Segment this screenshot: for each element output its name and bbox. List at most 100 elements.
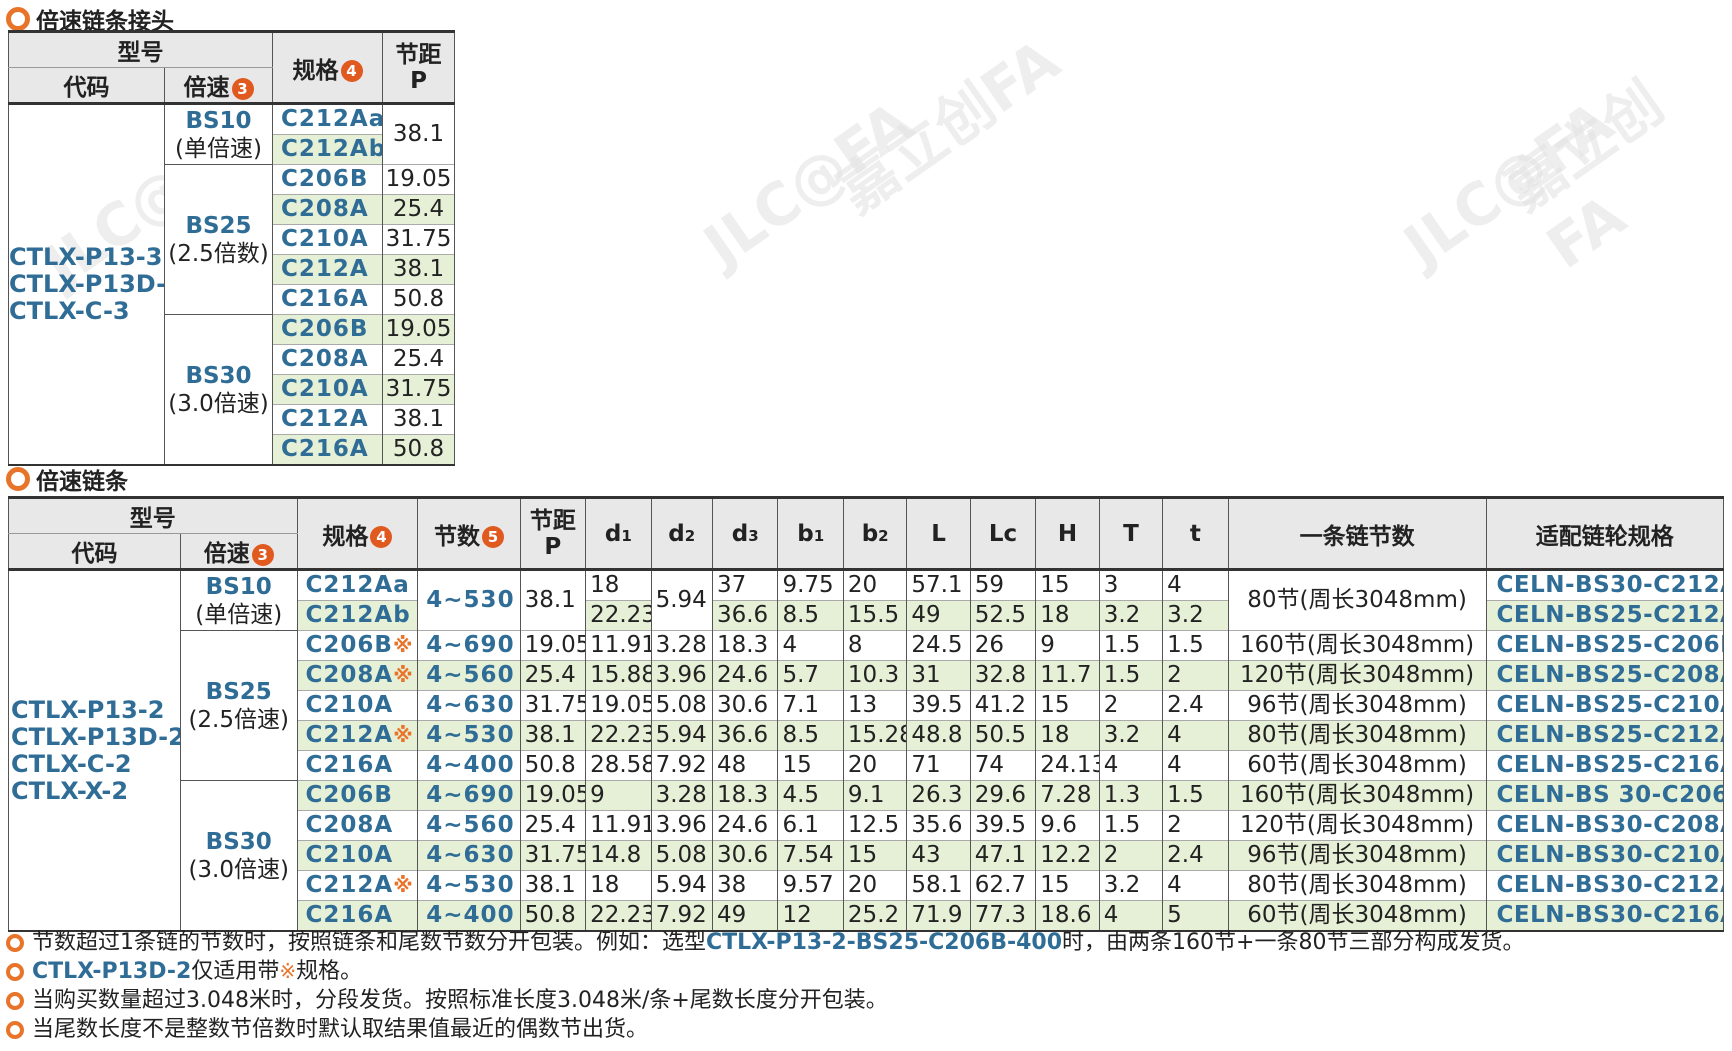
spec-cell: C210A	[296, 840, 419, 871]
chain-count-cell: 120节(周长3048mm)	[1227, 660, 1487, 691]
cell-Lc: 50.5	[969, 720, 1037, 751]
cell-d1: 11.91	[585, 630, 652, 661]
cell-d3: 36.6	[711, 600, 779, 631]
count-cell: 4~400	[417, 900, 521, 931]
cell-T: 1.5	[1098, 660, 1164, 691]
cell-d1: 15.88	[585, 660, 652, 691]
cell-b1: 7.54	[777, 840, 844, 871]
T-header: T	[1098, 497, 1164, 571]
speed-group-cell: BS30 (3.0倍速)	[164, 314, 273, 466]
note-3: 当购买数量超过3.048米时，分段发货。按照标准长度3.048米/条+尾数长度分…	[6, 986, 1524, 1015]
cell-b1: 8.5	[777, 600, 844, 631]
cell-T: 2	[1098, 690, 1164, 721]
cell-d1: 18	[585, 870, 652, 901]
cell-Lc: 47.1	[969, 840, 1037, 871]
count-cell: 4~530	[417, 569, 521, 631]
chain-count-cell: 120节(周长3048mm)	[1227, 810, 1487, 841]
cell-pitch: 38.1	[519, 720, 587, 751]
model-code: CTLX-P13D-3	[9, 270, 164, 298]
speed-group-cell: BS25 (2.5倍数)	[164, 164, 273, 315]
speed-name: BS10	[205, 573, 272, 600]
speed-header: 倍速 3	[164, 67, 273, 104]
count-cell: 4~690	[417, 780, 521, 811]
spec-text: C216A	[305, 752, 394, 778]
pitch-cell: 50.8	[382, 434, 455, 465]
cell-H: 15	[1035, 690, 1100, 721]
spec-cell: C212Ab	[296, 600, 419, 631]
asterisk-mark-icon: ※	[393, 873, 414, 897]
spec-cell: C210A	[272, 374, 383, 405]
cell-T: 4	[1098, 900, 1164, 931]
cell-b1: 15	[777, 750, 844, 781]
cell-t: 5	[1162, 900, 1229, 931]
sprocket-cell: CELN-BS30-C216A	[1485, 900, 1724, 931]
cell-pitch: 31.75	[519, 690, 587, 721]
model-header: 型号	[8, 497, 298, 534]
cell-b2: 13	[842, 690, 908, 721]
cell-d3: 30.6	[711, 690, 779, 721]
spec-text: C208A	[305, 812, 394, 838]
chain-count-cell: 80节(周长3048mm)	[1227, 870, 1487, 901]
count-header: 节数 5	[417, 497, 521, 571]
pitch-cell: 38.1	[382, 103, 455, 165]
cell-Lc: 74	[969, 750, 1037, 781]
cell-t: 1.5	[1162, 780, 1229, 811]
cell-d1: 22.23	[585, 900, 652, 931]
cell-Lc: 29.6	[969, 780, 1037, 811]
cell-T: 3.2	[1098, 870, 1164, 901]
asterisk-mark-icon: ※	[393, 723, 414, 747]
spec-cell: C206B※	[296, 630, 419, 661]
spec-cell: C208A	[272, 194, 383, 225]
cell-b2: 20	[842, 870, 908, 901]
chain-count-cell: 160节(周长3048mm)	[1227, 780, 1487, 811]
cell-d2: 3.28	[650, 630, 713, 661]
spec-text: C212Aa	[305, 572, 410, 598]
circle-bullet-icon	[6, 962, 24, 981]
spec-header: 规格 4	[296, 497, 419, 571]
chain-count-cell: 80节(周长3048mm)	[1227, 569, 1487, 631]
spec-cell: C212A※	[296, 870, 419, 901]
count-cell: 4~530	[417, 870, 521, 901]
notes: 节数超过1条链的节数时，按照链条和尾数节数分开包装。例如：选型 CTLX-P13-…	[6, 928, 1524, 1044]
spec-cell: C210A	[272, 224, 383, 255]
cell-t: 4	[1162, 569, 1229, 601]
cell-t: 4	[1162, 870, 1229, 901]
cell-Lc: 59	[969, 569, 1037, 601]
pitch-cell: 25.4	[382, 344, 455, 375]
cell-b2: 20	[842, 569, 908, 601]
cell-t: 2.4	[1162, 840, 1229, 871]
sprocket-cell: CELN-BS 30-C206B	[1485, 780, 1724, 811]
spec-cell: C212Ab	[272, 134, 383, 165]
cell-b2: 15.28	[842, 720, 908, 751]
speed-name: BS10	[185, 107, 252, 134]
d1-header: d1	[585, 497, 652, 571]
pitch-header: 节距 P	[382, 31, 455, 105]
speed-group-cell: BS10 (单倍速)	[179, 569, 298, 631]
H-header: H	[1035, 497, 1100, 571]
cell-L: 71	[906, 750, 971, 781]
speed-name: BS30	[205, 828, 272, 855]
cell-d3: 38	[711, 870, 779, 901]
cell-t: 4	[1162, 750, 1229, 781]
connector-table: 型号 规格4 节距P 代码 倍速3 CTLX-P13-3CTLX-P13D-3C…	[8, 30, 455, 466]
L-header: L	[906, 497, 971, 571]
cell-H: 18.6	[1035, 900, 1100, 931]
code-header: 代码	[8, 67, 165, 104]
model-code: CTLX-P13-2	[11, 695, 165, 724]
cell-d1: 9	[585, 780, 652, 811]
asterisk-mark-icon: ※	[393, 663, 414, 687]
cell-H: 18	[1035, 720, 1100, 751]
cell-L: 71.9	[906, 900, 971, 931]
spec-cell: C216A	[296, 900, 419, 931]
sprocket-cell: CELN-BS25-C212A	[1485, 720, 1724, 751]
note-1: 节数超过1条链的节数时，按照链条和尾数节数分开包装。例如：选型 CTLX-P13-…	[6, 928, 1524, 957]
cell-d2: 7.92	[650, 900, 713, 931]
cell-b1: 7.1	[777, 690, 844, 721]
cell-d2: 5.08	[650, 840, 713, 871]
d3-header: d3	[711, 497, 779, 571]
table-row: CTLX-P13-2 CTLX-P13D-2 CTLX-C-2 CTLX-X-2 BS1…	[8, 569, 1724, 931]
cell-L: 49	[906, 600, 971, 631]
cell-b1: 9.57	[777, 870, 844, 901]
speed-group-cell: BS10 (单倍速)	[164, 103, 273, 165]
spec-header: 规格 4	[272, 31, 383, 105]
